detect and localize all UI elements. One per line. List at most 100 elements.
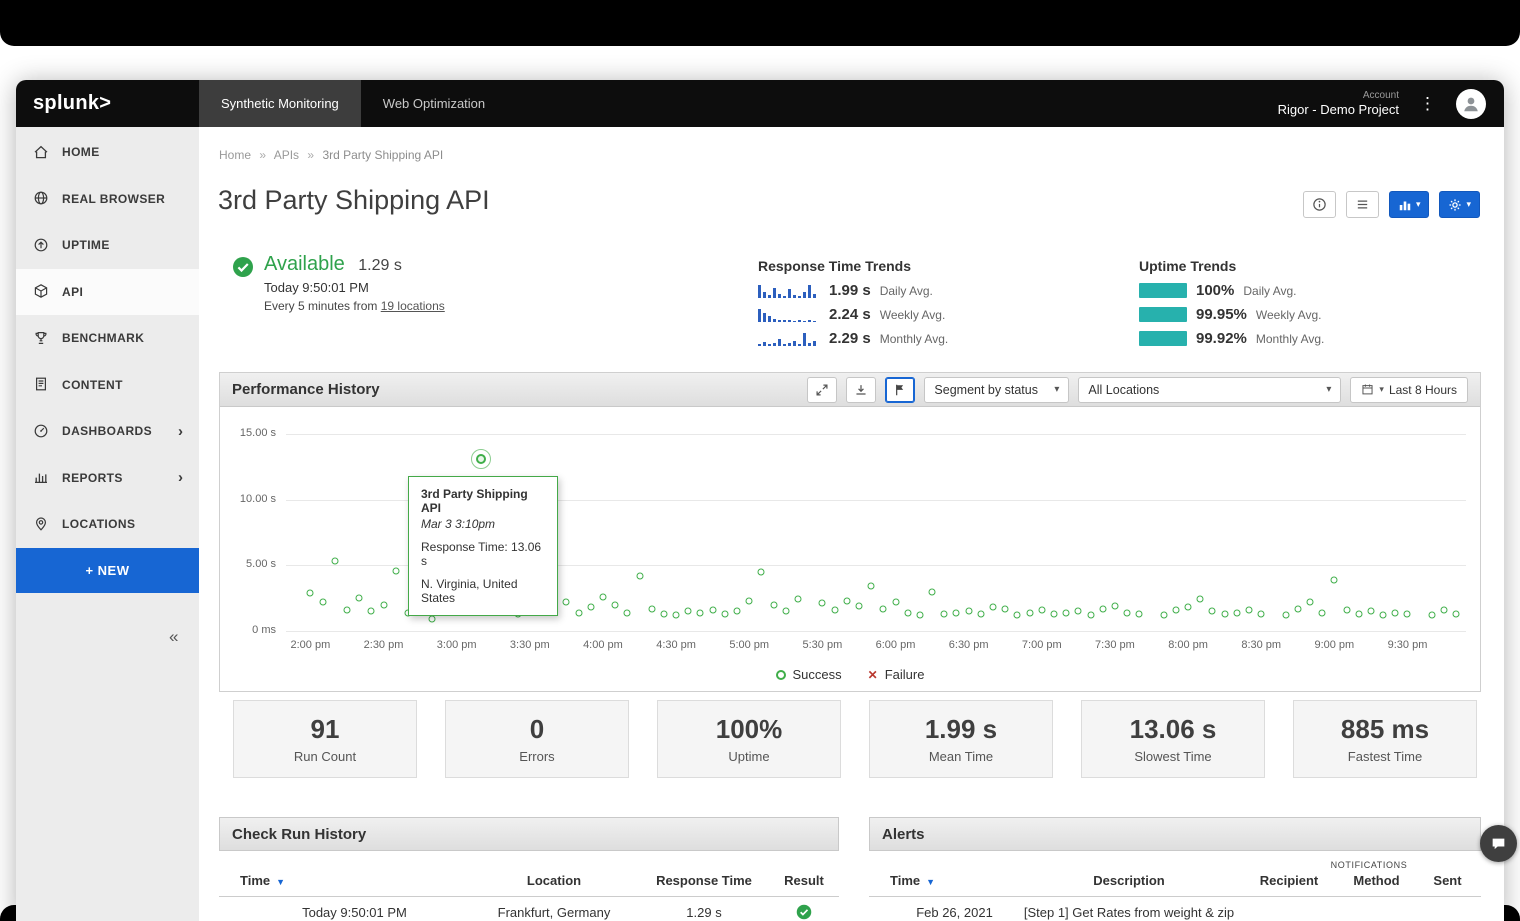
data-point[interactable]	[1428, 612, 1435, 619]
data-point[interactable]	[1075, 608, 1082, 615]
data-point[interactable]	[1343, 606, 1350, 613]
data-point[interactable]	[673, 612, 680, 619]
data-point[interactable]	[563, 599, 570, 606]
data-point[interactable]	[1209, 608, 1216, 615]
data-point[interactable]	[1294, 605, 1301, 612]
sort-desc-icon[interactable]: ▼	[276, 877, 285, 887]
data-point[interactable]	[685, 608, 692, 615]
list-view-button[interactable]	[1346, 191, 1379, 218]
table-row[interactable]: Today 9:50:01 PM Frankfurt, Germany 1.29…	[219, 897, 839, 921]
column-time[interactable]: Time▼	[869, 873, 1019, 888]
tab-synthetic-monitoring[interactable]: Synthetic Monitoring	[199, 80, 361, 127]
download-button[interactable]	[846, 377, 876, 403]
avatar[interactable]	[1456, 89, 1486, 119]
data-point[interactable]	[1099, 605, 1106, 612]
locations-link[interactable]: 19 locations	[381, 299, 445, 313]
data-point[interactable]	[831, 606, 838, 613]
data-point[interactable]	[331, 558, 338, 565]
data-point[interactable]	[1160, 612, 1167, 619]
sort-desc-icon[interactable]: ▼	[926, 877, 935, 887]
data-point[interactable]	[734, 608, 741, 615]
sidebar-item-uptime[interactable]: UPTIME	[16, 222, 199, 269]
data-point[interactable]	[1246, 606, 1253, 613]
data-point[interactable]	[319, 599, 326, 606]
settings-button[interactable]: ▾	[1439, 191, 1480, 218]
tab-web-optimization[interactable]: Web Optimization	[361, 80, 507, 127]
data-point[interactable]	[697, 609, 704, 616]
data-point[interactable]	[892, 599, 899, 606]
expand-button[interactable]	[807, 377, 837, 403]
column-result[interactable]: Result	[769, 873, 839, 888]
data-point[interactable]	[1185, 604, 1192, 611]
data-point[interactable]	[307, 589, 314, 596]
data-point[interactable]	[1367, 608, 1374, 615]
sidebar-item-real-browser[interactable]: REAL BROWSER	[16, 176, 199, 223]
column-sent[interactable]: Sent	[1414, 873, 1481, 888]
data-point[interactable]	[916, 612, 923, 619]
data-point[interactable]	[782, 608, 789, 615]
data-point[interactable]	[599, 593, 606, 600]
data-point[interactable]	[941, 610, 948, 617]
data-point[interactable]	[612, 601, 619, 608]
segment-by-select[interactable]: Segment by status ▾	[924, 377, 1069, 403]
data-point[interactable]	[648, 605, 655, 612]
data-point[interactable]	[392, 567, 399, 574]
data-point[interactable]	[1111, 603, 1118, 610]
data-point[interactable]	[1404, 610, 1411, 617]
data-point[interactable]	[758, 568, 765, 575]
account-switcher[interactable]: Account Rigor - Demo Project	[1278, 90, 1399, 117]
data-point[interactable]	[1172, 606, 1179, 613]
data-point[interactable]	[746, 597, 753, 604]
data-point[interactable]	[575, 609, 582, 616]
breadcrumb-apis[interactable]: APIs	[274, 148, 299, 162]
data-point[interactable]	[990, 604, 997, 611]
column-description[interactable]: Description	[1019, 873, 1239, 888]
table-row[interactable]: Feb 26, 2021 [Step 1] Get Rates from wei…	[869, 897, 1481, 921]
highlighted-data-point[interactable]	[476, 454, 486, 464]
sidebar-item-api[interactable]: API	[16, 269, 199, 316]
data-point[interactable]	[819, 600, 826, 607]
column-response-time[interactable]: Response Time	[639, 873, 769, 888]
data-point[interactable]	[1026, 609, 1033, 616]
kebab-menu-icon[interactable]: ⋮	[1417, 94, 1438, 114]
data-point[interactable]	[587, 604, 594, 611]
data-point[interactable]	[1258, 610, 1265, 617]
new-button[interactable]: + NEW	[16, 548, 199, 593]
data-point[interactable]	[368, 608, 375, 615]
data-point[interactable]	[1441, 606, 1448, 613]
data-point[interactable]	[977, 610, 984, 617]
breadcrumb-home[interactable]: Home	[219, 148, 251, 162]
flag-button[interactable]	[885, 377, 915, 403]
data-point[interactable]	[965, 608, 972, 615]
column-method[interactable]: Method	[1339, 873, 1414, 888]
sidebar-item-content[interactable]: CONTENT	[16, 362, 199, 409]
data-point[interactable]	[1233, 609, 1240, 616]
data-point[interactable]	[1392, 609, 1399, 616]
data-point[interactable]	[660, 610, 667, 617]
data-point[interactable]	[1282, 612, 1289, 619]
sidebar-item-dashboards[interactable]: DASHBOARDS›	[16, 408, 199, 455]
sidebar-item-home[interactable]: HOME	[16, 129, 199, 176]
column-time[interactable]: Time▼	[219, 873, 469, 888]
chart-options-button[interactable]: ▾	[1389, 191, 1430, 218]
info-button[interactable]	[1303, 191, 1336, 218]
data-point[interactable]	[1355, 610, 1362, 617]
data-point[interactable]	[1197, 596, 1204, 603]
data-point[interactable]	[843, 597, 850, 604]
column-recipient[interactable]: Recipient	[1239, 873, 1339, 888]
data-point[interactable]	[953, 609, 960, 616]
sidebar-collapse-icon[interactable]: «	[169, 627, 178, 647]
data-point[interactable]	[1380, 612, 1387, 619]
data-point[interactable]	[1087, 612, 1094, 619]
chat-button[interactable]	[1480, 825, 1517, 862]
data-point[interactable]	[356, 595, 363, 602]
data-point[interactable]	[794, 596, 801, 603]
data-point[interactable]	[1221, 610, 1228, 617]
data-point[interactable]	[880, 605, 887, 612]
data-point[interactable]	[1306, 599, 1313, 606]
time-range-button[interactable]: ▾ Last 8 Hours	[1350, 377, 1468, 403]
data-point[interactable]	[929, 588, 936, 595]
data-point[interactable]	[855, 603, 862, 610]
data-point[interactable]	[1453, 610, 1460, 617]
data-point[interactable]	[721, 610, 728, 617]
